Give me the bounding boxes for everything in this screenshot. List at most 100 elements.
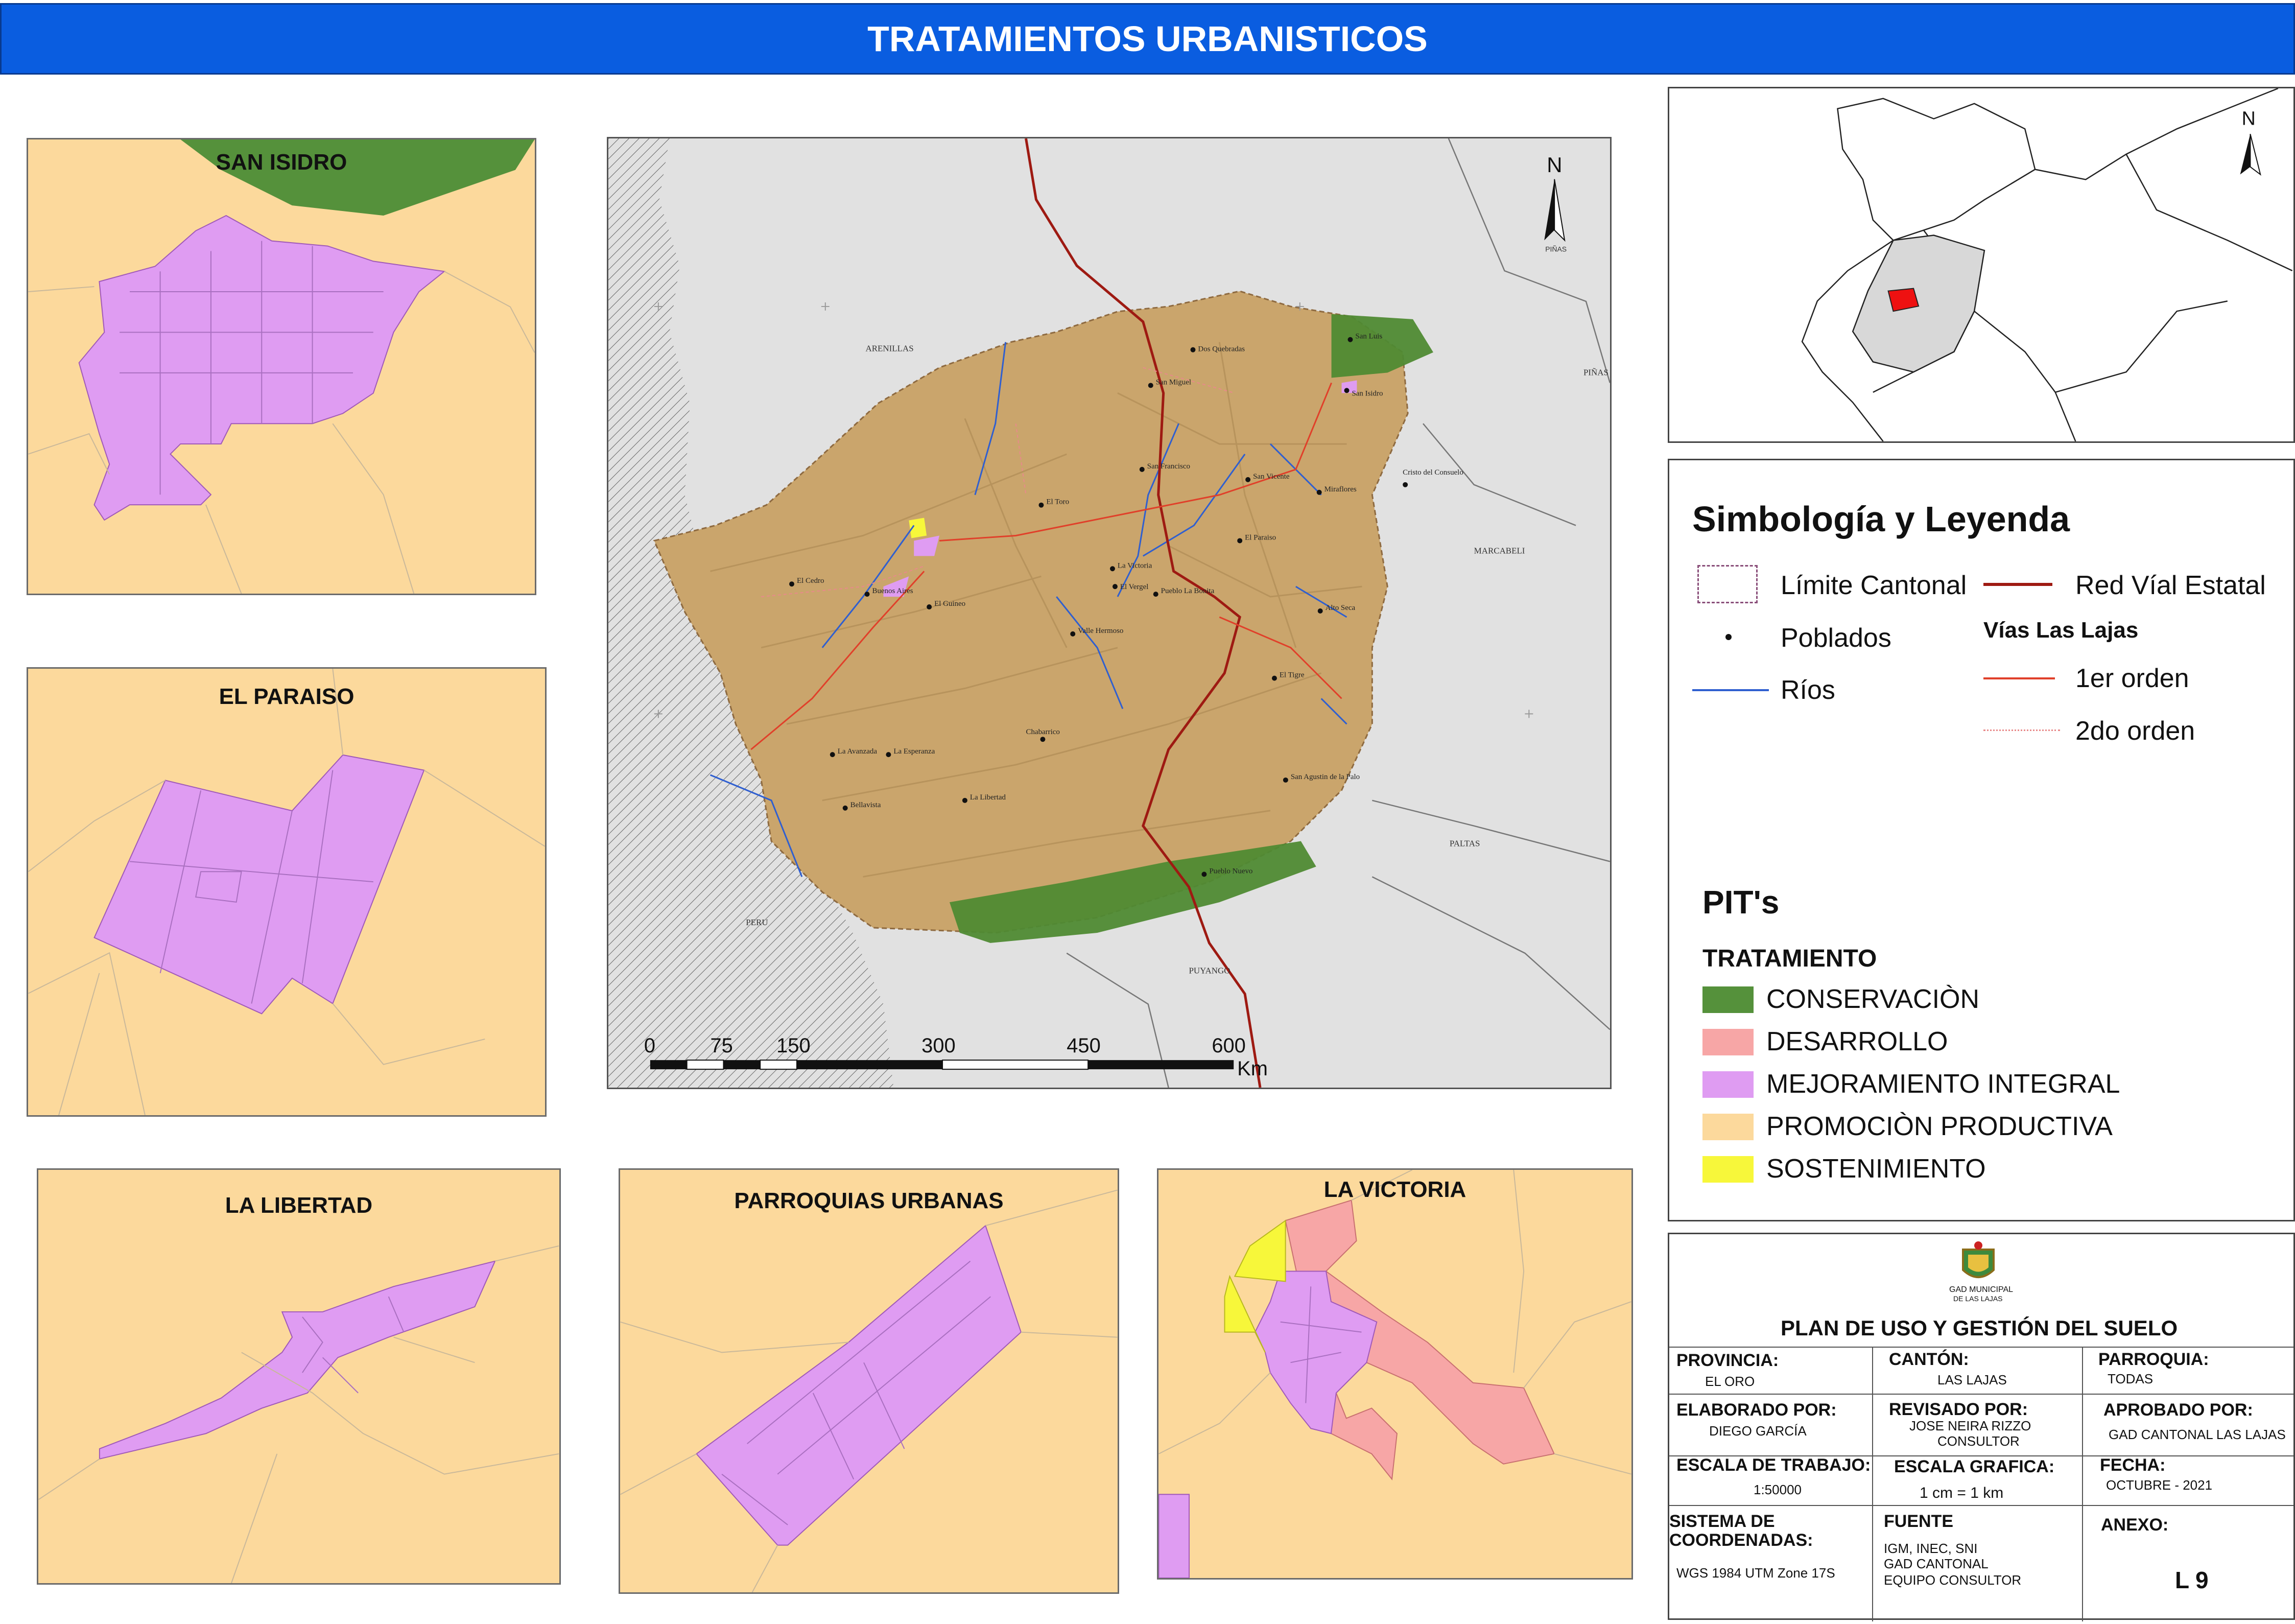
fuente-value-3: EQUIPO CONSULTOR [1884, 1572, 2022, 1588]
desarrollo-swatch [1702, 1029, 1754, 1055]
inset-title-la-libertad: LA LIBERTAD [225, 1193, 373, 1218]
legend-poblados-label: Poblados [1781, 623, 1891, 653]
legend-rios-label: Ríos [1781, 675, 1835, 705]
municipal-logo-icon [1962, 1241, 1995, 1278]
elaborado-value: DIEGO GARCÍA [1709, 1423, 1807, 1439]
town-label: San Agustin de la Palo [1291, 773, 1360, 781]
segundo-orden-symbol [1983, 729, 2060, 731]
scale-label: 600 [1212, 1034, 1246, 1057]
north-label: N [1547, 153, 1562, 177]
town-label: La Esperanza [893, 747, 935, 756]
legend-vias-title: Vías Las Lajas [1983, 618, 2139, 643]
neighbor-label: PALTAS [1450, 839, 1480, 849]
rios-symbol [1692, 689, 1769, 691]
elaborado-header: ELABORADO POR: [1676, 1400, 1837, 1420]
fuente-value-1: IGM, INEC, SNI [1884, 1541, 1978, 1556]
legend-panel: Simbología y Leyenda Límite Cantonal Red… [1668, 459, 2295, 1221]
neighbor-label: MARCABELI [1474, 546, 1525, 555]
san-isidro-map [28, 139, 535, 594]
red-vial-symbol [1983, 583, 2052, 586]
town-label: San Luis [1355, 333, 1382, 341]
inset-title-parroquias-urbanas: PARROQUIAS URBANAS [734, 1188, 1004, 1213]
legend-red-vial-label: Red Víal Estatal [2075, 571, 2266, 600]
locator-north-label: N [2242, 107, 2256, 129]
row4 [1669, 1505, 2293, 1506]
org-sub: DE LAS LAJAS [1953, 1295, 2003, 1303]
town-label: San Miguel [1156, 378, 1191, 386]
inset-title-el-paraiso: EL PARAISO [219, 684, 354, 709]
row1 [1669, 1347, 2293, 1348]
scale-unit: Km [1237, 1057, 1268, 1080]
town-label: La Libertad [970, 793, 1006, 802]
primer-orden-symbol [1983, 677, 2055, 679]
title-block: GAD MUNICIPAL DE LAS LAJAS PLAN DE USO Y… [1668, 1233, 2295, 1621]
neighbor-label: ARENILLAS [866, 344, 914, 354]
scale-label: 75 [711, 1034, 733, 1057]
locator-map: N [1668, 87, 2295, 443]
scale-label: 150 [776, 1034, 811, 1057]
plan-title: PLAN DE USO Y GESTIÓN DEL SUELO [1781, 1316, 2178, 1340]
poblados-symbol [1725, 634, 1732, 640]
aprobado-header: APROBADO POR: [2103, 1400, 2253, 1420]
la-libertad-map [38, 1245, 559, 1583]
anexo-value: L 9 [2175, 1567, 2209, 1593]
parroquia-value: TODAS [2108, 1371, 2154, 1386]
town-label: Bellavista [850, 801, 881, 809]
sistema-header-1: SISTEMA DE [1669, 1512, 1775, 1531]
escala-trabajo-header: ESCALA DE TRABAJO: [1676, 1455, 1871, 1475]
inset-san-isidro: SAN ISIDRO [27, 138, 536, 595]
revisado-value-1: JOSE NEIRA RIZZO [1909, 1418, 2031, 1433]
town-label: Chabarrico [1026, 728, 1060, 736]
north-sub-label: PIÑAS [1545, 245, 1567, 253]
parroquias-urbanas-map [620, 1189, 1118, 1592]
town-label: Valle Hermoso [1078, 627, 1123, 635]
town-label: Miraflores [1324, 485, 1357, 493]
inset-el-paraiso: EL PARAISO [27, 667, 547, 1117]
org-name: GAD MUNICIPAL [1949, 1285, 2014, 1294]
town-label: Cristo del Consuelo [1403, 468, 1463, 477]
revisado-header: REVISADO POR: [1889, 1400, 2028, 1419]
inset-la-victoria: LA VICTORIA [1157, 1168, 1633, 1580]
mejoramiento-swatch [1702, 1071, 1754, 1098]
col2 [2082, 1347, 2083, 1621]
row2 [1669, 1394, 2293, 1395]
legend-desarrollo-label: DESARROLLO [1766, 1027, 1948, 1056]
north-arrow-icon: N [2240, 107, 2261, 176]
fecha-value: OCTUBRE - 2021 [2106, 1477, 2213, 1493]
page-title: TRATAMIENTOS URBANISTICOS [0, 3, 2295, 75]
legend-mejoramiento-label: MEJORAMIENTO INTEGRAL [1766, 1069, 2120, 1099]
neighbor-label: PIÑAS [1583, 368, 1608, 378]
el-paraiso-map [28, 669, 545, 1115]
inset-title-la-victoria: LA VICTORIA [1323, 1177, 1466, 1202]
fuente-value-2: GAD CANTONAL [1884, 1556, 1989, 1571]
la-victoria-map [1158, 1170, 1631, 1578]
parroquia-header: PARROQUIA: [2098, 1350, 2209, 1369]
provincia-value: EL ORO [1705, 1374, 1755, 1389]
locator-canvas: N [1801, 88, 2293, 441]
neighbor-label: PUYANGO [1189, 966, 1230, 976]
sostenimiento-swatch [1702, 1156, 1754, 1183]
pits-title: PIT's [1702, 884, 1780, 921]
town-label: Dos Quebradas [1198, 345, 1245, 354]
scale-label: 300 [921, 1034, 956, 1057]
sistema-value: WGS 1984 UTM Zone 17S [1676, 1565, 1835, 1581]
town-label: Pueblo Nuevo [1209, 867, 1252, 875]
legend-primer-orden-label: 1er orden [2075, 664, 2189, 693]
scale-label: 450 [1067, 1034, 1101, 1057]
inset-title-san-isidro: SAN ISIDRO [216, 150, 347, 175]
aprobado-value: GAD CANTONAL LAS LAJAS [2109, 1427, 2286, 1442]
canton-header: CANTÓN: [1889, 1350, 1969, 1369]
town-label: San Vicente [1253, 473, 1290, 481]
town-label: El Cedro [797, 577, 824, 585]
escala-trabajo-value: 1:50000 [1754, 1482, 1802, 1497]
legend-sostenimiento-label: SOSTENIMIENTO [1766, 1154, 1986, 1184]
escala-grafica-header: ESCALA GRAFICA: [1894, 1457, 2055, 1476]
revisado-value-2: CONSULTOR [1937, 1433, 2020, 1449]
legend-limite-label: Límite Cantonal [1781, 571, 1967, 600]
neighbor-label: PERU [746, 917, 768, 927]
north-arrow-icon: N PIÑAS [1544, 153, 1567, 253]
escala-grafica-value: 1 cm = 1 km [1920, 1485, 2004, 1501]
canton-value: LAS LAJAS [1937, 1372, 2007, 1387]
town-label: San Isidro [1352, 389, 1383, 397]
town-label: Pueblo La Bonita [1161, 587, 1215, 595]
